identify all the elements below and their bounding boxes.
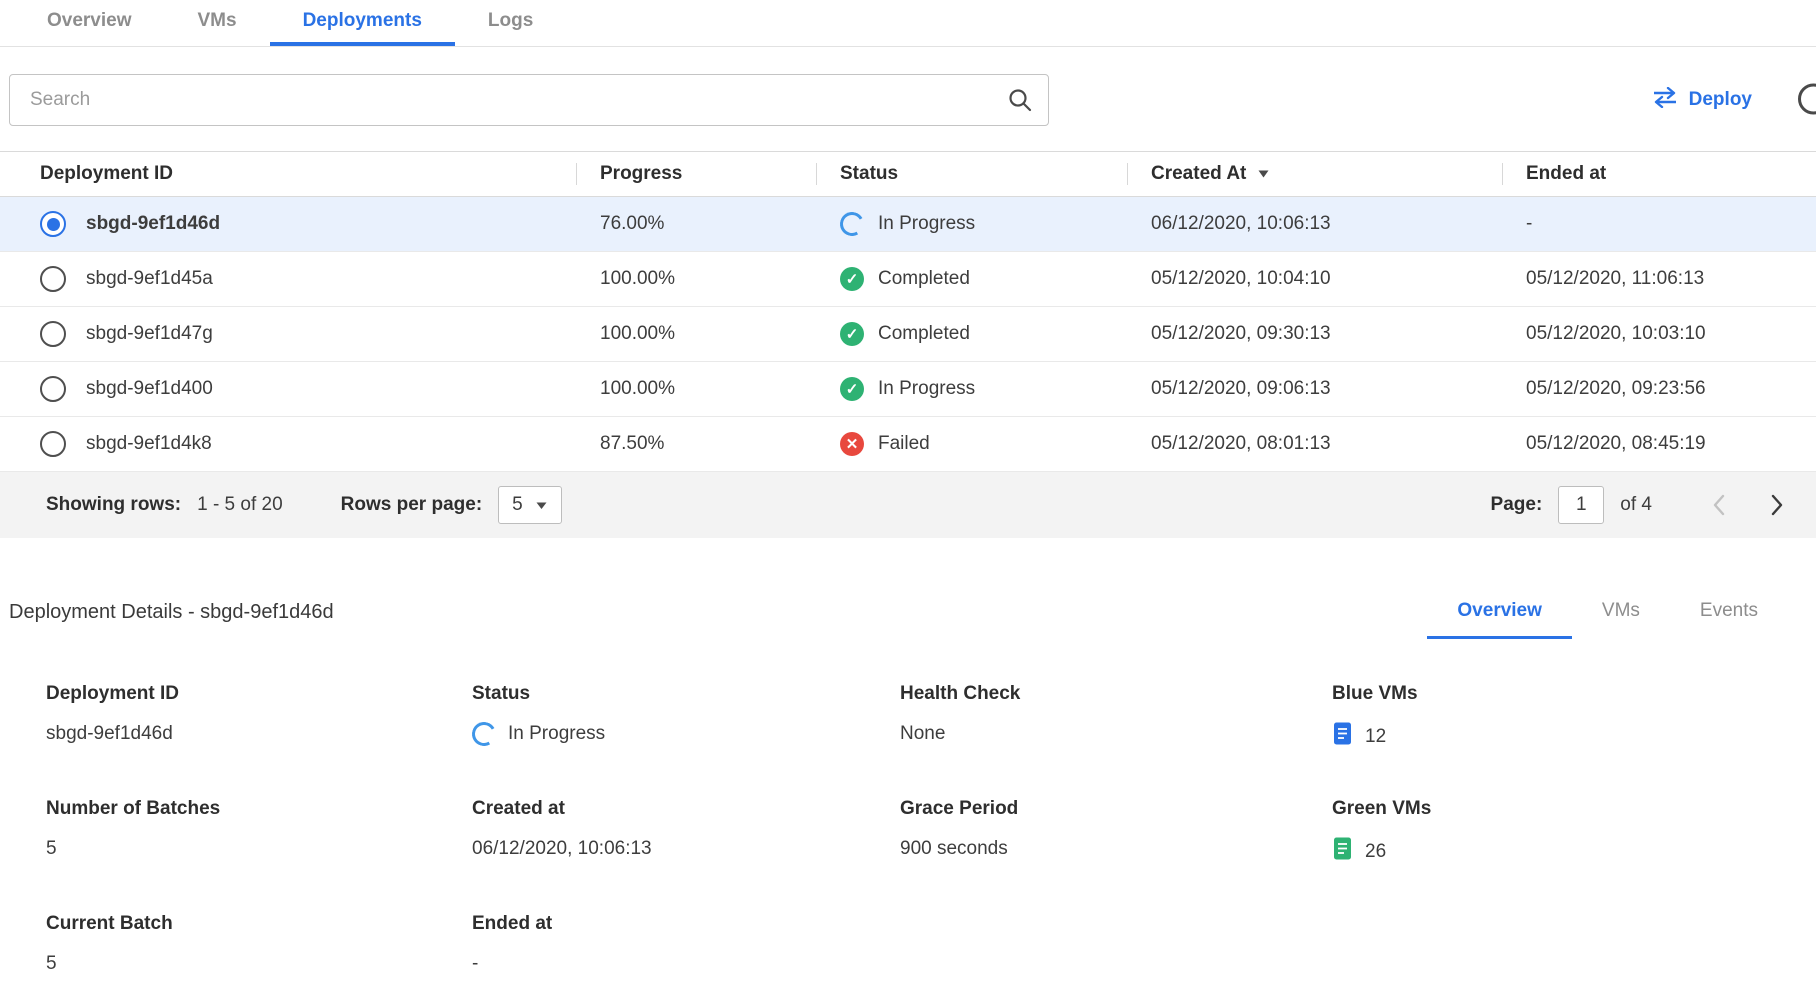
details-tab-bar: Overview VMs Events [1427,600,1788,639]
chevron-down-icon [535,494,548,516]
showing-rows: Showing rows: 1 - 5 of 20 [46,494,283,516]
rows-per-page-select[interactable]: 5 [498,486,562,524]
field-deployment-id: Deployment ID sbgd-9ef1d46d [46,683,472,752]
page-navigation: Page: of 4 [1491,484,1798,526]
details-tab-vms[interactable]: VMs [1572,600,1670,639]
col-header-status[interactable]: Status [816,152,1127,196]
created-at-cell: 05/12/2020, 09:06:13 [1127,378,1502,400]
deployment-id-cell: sbgd-9ef1d4k8 [0,431,576,457]
status-cell: In Progress [816,377,1127,401]
ended-at-cell: - [1502,213,1816,235]
completed-icon [840,267,864,291]
field-status: Status In Progress [472,683,900,752]
field-grace-period: Grace Period 900 seconds [900,798,1332,867]
deployment-details-section: Deployment Details - sbgd-9ef1d46d Overv… [0,600,1816,977]
status-cell: Failed [816,432,1127,456]
table-row[interactable]: sbgd-9ef1d400 100.00% In Progress 05/12/… [0,362,1816,417]
progress-cell: 76.00% [576,213,816,235]
row-radio[interactable] [40,431,66,457]
toolbar: Deploy [0,47,1816,151]
progress-cell: 100.00% [576,268,816,290]
table-row[interactable]: sbgd-9ef1d45a 100.00% Completed 05/12/20… [0,252,1816,307]
deploy-button-label: Deploy [1689,89,1752,111]
tab-vms[interactable]: VMs [165,0,270,46]
swap-arrows-icon [1652,87,1678,114]
row-radio[interactable] [40,266,66,292]
ended-at-cell: 05/12/2020, 11:06:13 [1502,268,1816,290]
field-health-check: Health Check None [900,683,1332,752]
created-at-cell: 06/12/2020, 10:06:13 [1127,213,1502,235]
details-title: Deployment Details - sbgd-9ef1d46d [9,601,334,639]
field-number-of-batches: Number of Batches 5 [46,798,472,867]
table-row[interactable]: sbgd-9ef1d47g 100.00% Completed 05/12/20… [0,307,1816,362]
field-blue-vms: Blue VMs 12 [1332,683,1788,752]
deploy-button[interactable]: Deploy [1652,87,1752,114]
col-header-progress[interactable]: Progress [576,152,816,196]
col-header-ended-at[interactable]: Ended at [1502,152,1816,196]
search-input[interactable] [9,74,1049,126]
rows-per-page: Rows per page: 5 [341,486,562,524]
tab-deployments[interactable]: Deployments [270,0,455,46]
ended-at-cell: 05/12/2020, 10:03:10 [1502,323,1816,345]
search-box [9,74,1049,126]
next-page-icon[interactable] [1756,484,1798,526]
col-header-created-at[interactable]: Created At [1127,152,1502,196]
deployments-table: Deployment ID Progress Status Created At… [0,151,1816,538]
blue-vms-icon [1332,721,1353,752]
progress-cell: 100.00% [576,378,816,400]
details-header: Deployment Details - sbgd-9ef1d46d Overv… [9,600,1788,639]
details-fields-grid: Deployment ID sbgd-9ef1d46d Status In Pr… [46,683,1788,977]
deployment-id-cell: sbgd-9ef1d46d [0,211,576,237]
table-footer: Showing rows: 1 - 5 of 20 Rows per page:… [0,472,1816,538]
deployment-id-cell: sbgd-9ef1d400 [0,376,576,402]
col-header-deployment-id[interactable]: Deployment ID [0,152,576,196]
details-tab-overview[interactable]: Overview [1427,600,1572,639]
row-radio[interactable] [40,376,66,402]
deployment-id-cell: sbgd-9ef1d47g [0,321,576,347]
created-at-cell: 05/12/2020, 08:01:13 [1127,433,1502,455]
status-cell: In Progress [816,212,1127,236]
deployment-id-cell: sbgd-9ef1d45a [0,266,576,292]
progress-cell: 87.50% [576,433,816,455]
field-ended-at: Ended at - [472,913,900,977]
table-row[interactable]: sbgd-9ef1d4k8 87.50% Failed 05/12/2020, … [0,417,1816,472]
search-icon[interactable] [1007,87,1033,118]
details-tab-events[interactable]: Events [1670,600,1788,639]
field-green-vms: Green VMs 26 [1332,798,1788,867]
green-vms-icon [1332,836,1353,867]
top-tab-bar: Overview VMs Deployments Logs [0,0,1816,47]
in-progress-icon [837,209,866,238]
completed-icon [840,377,864,401]
status-cell: Completed [816,267,1127,291]
row-radio[interactable] [40,321,66,347]
in-progress-icon [469,719,498,748]
created-at-cell: 05/12/2020, 10:04:10 [1127,268,1502,290]
status-cell: Completed [816,322,1127,346]
failed-icon [840,432,864,456]
page-number-input[interactable] [1558,486,1604,524]
completed-icon [840,322,864,346]
previous-page-icon[interactable] [1698,484,1740,526]
table-header-row: Deployment ID Progress Status Created At… [0,151,1816,197]
ended-at-cell: 05/12/2020, 09:23:56 [1502,378,1816,400]
ended-at-cell: 05/12/2020, 08:45:19 [1502,433,1816,455]
progress-cell: 100.00% [576,323,816,345]
tab-overview[interactable]: Overview [14,0,165,46]
sort-desc-icon [1256,163,1271,185]
field-created-at: Created at 06/12/2020, 10:06:13 [472,798,900,867]
field-current-batch: Current Batch 5 [46,913,472,977]
tab-logs[interactable]: Logs [455,0,566,46]
refresh-icon[interactable] [1798,84,1816,115]
row-radio[interactable] [40,211,66,237]
table-row[interactable]: sbgd-9ef1d46d 76.00% In Progress 06/12/2… [0,197,1816,252]
created-at-cell: 05/12/2020, 09:30:13 [1127,323,1502,345]
